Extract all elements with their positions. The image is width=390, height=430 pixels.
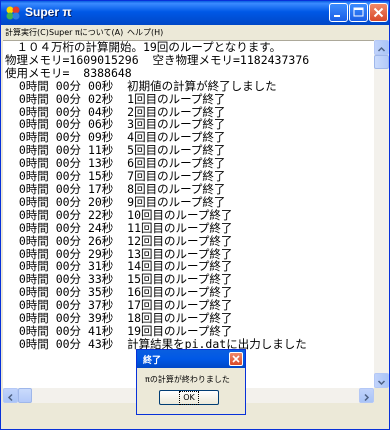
log-line: 0時間 00分 24秒 11回目のループ終了 bbox=[5, 220, 233, 235]
log-line: 0時間 00分 41秒 19回目のループ終了 bbox=[5, 323, 233, 338]
log-line: 0時間 00分 04秒 2回目のループ終了 bbox=[5, 104, 226, 119]
log-output: １０４万桁の計算開始。19回のループとなります。 物理メモリ=160901529… bbox=[5, 41, 309, 351]
menu-about[interactable]: Super πについて(A) bbox=[49, 27, 123, 38]
horizontal-scroll-thumb[interactable] bbox=[18, 388, 32, 403]
maximize-icon bbox=[353, 7, 364, 17]
close-icon bbox=[373, 7, 384, 18]
log-line: 0時間 00分 35秒 16回目のループ終了 bbox=[5, 285, 233, 300]
arrow-right-icon bbox=[364, 393, 370, 402]
log-line: 0時間 00分 26秒 12回目のループ終了 bbox=[5, 233, 233, 248]
log-line: 0時間 00分 13秒 6回目のループ終了 bbox=[5, 156, 226, 171]
log-line: 0時間 00分 31秒 14回目のループ終了 bbox=[5, 259, 233, 274]
scroll-down-button[interactable] bbox=[374, 373, 389, 388]
maximize-button[interactable] bbox=[349, 3, 368, 22]
log-line: 0時間 00分 11秒 5回目のループ終了 bbox=[5, 143, 226, 158]
arrow-left-icon bbox=[7, 393, 13, 402]
window-title: Super π bbox=[25, 5, 72, 19]
log-line: 0時間 00分 39秒 18回目のループ終了 bbox=[5, 311, 233, 326]
ok-button[interactable]: OK bbox=[159, 390, 219, 405]
log-line: 物理メモリ=1609015296 空き物理メモリ=1182437376 bbox=[5, 52, 310, 67]
dialog-title: 終了 bbox=[143, 355, 162, 365]
log-line: 0時間 00分 17秒 8回目のループ終了 bbox=[5, 181, 226, 196]
app-icon bbox=[6, 6, 20, 20]
title-bar[interactable]: Super π bbox=[1, 1, 389, 25]
dialog-close-button[interactable] bbox=[229, 352, 243, 366]
close-button[interactable] bbox=[369, 3, 388, 22]
scroll-up-button[interactable] bbox=[374, 40, 389, 55]
minimize-icon bbox=[334, 15, 340, 17]
main-window: Super π 計算実行(C) Super πについて(A) ヘルプ(H) １０… bbox=[0, 0, 390, 430]
log-line: 使用メモリ= 8388648 bbox=[5, 65, 132, 80]
vertical-scroll-thumb[interactable] bbox=[374, 55, 389, 69]
log-line: 0時間 00分 20秒 9回目のループ終了 bbox=[5, 194, 226, 209]
log-line: 0時間 00分 09秒 4回目のループ終了 bbox=[5, 130, 226, 145]
menu-bar: 計算実行(C) Super πについて(A) ヘルプ(H) bbox=[1, 25, 389, 39]
log-area: １０４万桁の計算開始。19回のループとなります。 物理メモリ=160901529… bbox=[3, 40, 374, 389]
scroll-right-button[interactable] bbox=[359, 388, 374, 403]
menu-calc[interactable]: 計算実行(C) bbox=[5, 27, 49, 38]
log-line: 0時間 00分 22秒 10回目のループ終了 bbox=[5, 207, 233, 222]
dialog-message: πの計算が終わりました bbox=[145, 375, 230, 384]
dialog-title-bar[interactable]: 終了 bbox=[137, 350, 245, 368]
log-line: 0時間 00分 06秒 3回目のループ終了 bbox=[5, 117, 226, 132]
log-line: 0時間 00分 00秒 初期値の計算が終了しました bbox=[5, 78, 277, 93]
ok-button-label: OK bbox=[179, 391, 199, 405]
scroll-left-button[interactable] bbox=[3, 388, 18, 403]
minimize-button[interactable] bbox=[329, 3, 348, 22]
log-line: 0時間 00分 02秒 1回目のループ終了 bbox=[5, 91, 226, 106]
log-line: 0時間 00分 33秒 15回目のループ終了 bbox=[5, 272, 233, 287]
vertical-scrollbar[interactable] bbox=[374, 40, 389, 388]
close-icon bbox=[232, 355, 240, 363]
log-line: １０４万桁の計算開始。19回のループとなります。 bbox=[5, 40, 282, 54]
log-line: 0時間 00分 29秒 13回目のループ終了 bbox=[5, 246, 233, 261]
log-line: 0時間 00分 37秒 17回目のループ終了 bbox=[5, 298, 233, 313]
scrollbar-corner bbox=[374, 388, 389, 403]
menu-help[interactable]: ヘルプ(H) bbox=[127, 27, 163, 38]
log-line: 0時間 00分 15秒 7回目のループ終了 bbox=[5, 169, 226, 184]
completion-dialog: 終了 πの計算が終わりました OK bbox=[136, 349, 246, 415]
